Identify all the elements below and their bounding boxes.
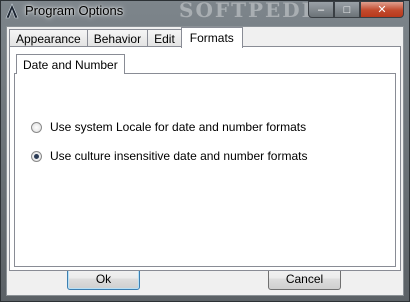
minimize-icon: –	[317, 3, 325, 16]
option-label: Use culture insensitive date and number …	[50, 149, 308, 163]
tab-appearance[interactable]: Appearance	[9, 29, 88, 47]
ok-button[interactable]: Ok	[67, 268, 140, 290]
app-logo-icon	[5, 3, 19, 19]
subtab-date-and-number[interactable]: Date and Number	[16, 54, 125, 74]
close-button[interactable]: ✕	[360, 1, 404, 18]
caption-buttons: – □ ✕	[308, 1, 404, 18]
option-system-locale[interactable]: Use system Locale for date and number fo…	[31, 120, 306, 134]
title-bar[interactable]: Program Options SOFTPEDIA – □ ✕	[1, 0, 409, 22]
date-and-number-panel: Use system Locale for date and number fo…	[14, 73, 396, 267]
program-options-window: Program Options SOFTPEDIA – □ ✕ Appearan…	[0, 0, 410, 302]
maximize-button[interactable]: □	[334, 1, 360, 18]
formats-tab-panel: Date and Number Use system Locale for da…	[9, 46, 401, 271]
radio-button-unchecked[interactable]	[31, 121, 42, 133]
radio-button-checked[interactable]	[31, 150, 42, 162]
option-culture-insensitive[interactable]: Use culture insensitive date and number …	[31, 149, 307, 163]
tab-formats[interactable]: Formats	[180, 27, 243, 48]
window-title: Program Options	[25, 3, 124, 18]
sub-tab-strip: Date and Number	[16, 53, 125, 74]
cancel-button[interactable]: Cancel	[268, 268, 341, 290]
dialog-client-area: Appearance Behavior Edit Formats Date an…	[6, 26, 404, 296]
maximize-icon: □	[343, 3, 351, 16]
tab-behavior[interactable]: Behavior	[86, 29, 149, 47]
close-icon: ✕	[377, 4, 387, 16]
minimize-button[interactable]: –	[308, 1, 334, 18]
option-label: Use system Locale for date and number fo…	[50, 120, 307, 134]
tab-edit[interactable]: Edit	[147, 29, 182, 47]
main-tab-strip: Appearance Behavior Edit Formats	[9, 27, 243, 48]
